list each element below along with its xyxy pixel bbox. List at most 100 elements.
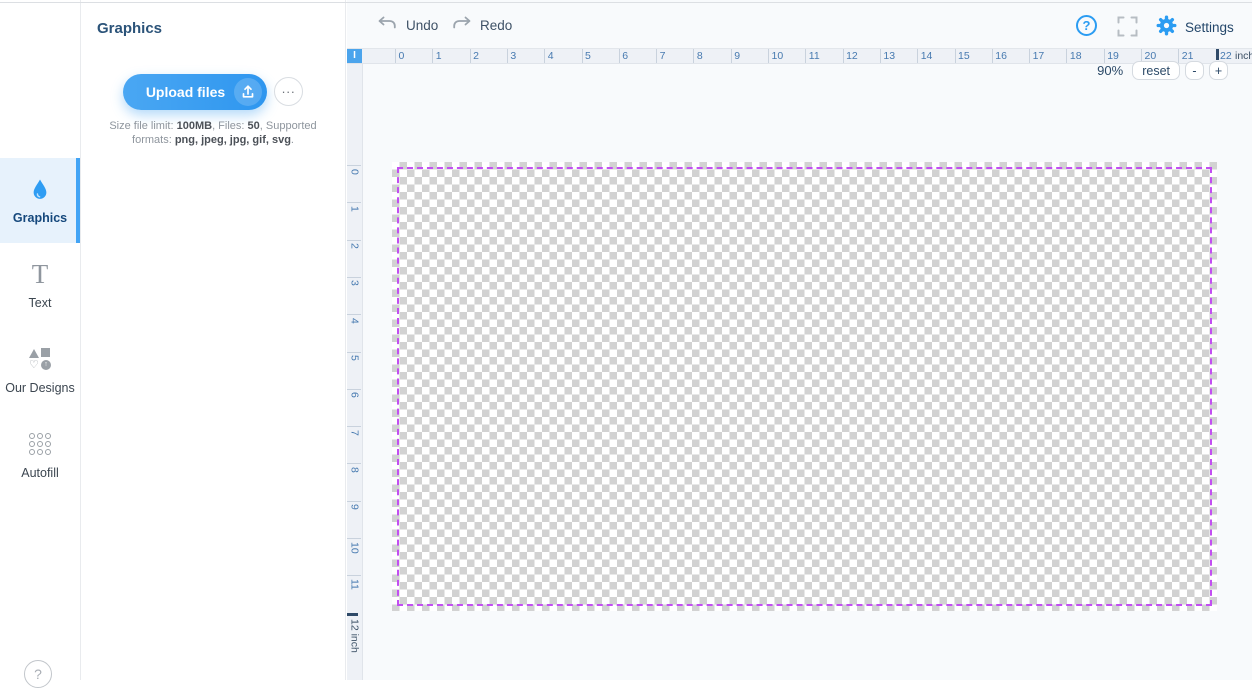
h-ruler-tick <box>955 49 956 63</box>
v-ruler-label: 7 <box>349 430 361 436</box>
h-ruler-tick <box>880 49 881 63</box>
question-mark-icon: ? <box>1083 18 1091 33</box>
h-ruler-label: 13 <box>883 50 895 62</box>
zoom-controls: 90% reset - + <box>1097 61 1228 80</box>
settings-label: Settings <box>1185 20 1234 35</box>
sidebar-item-graphics[interactable]: Graphics <box>0 158 80 243</box>
canvas-bottom-edge-marker <box>347 613 358 616</box>
zoom-reset-button[interactable]: reset <box>1132 61 1180 80</box>
h-ruler-label: 19 <box>1107 50 1119 62</box>
zoom-in-button[interactable]: + <box>1209 61 1228 80</box>
v-ruler-tick <box>347 202 361 203</box>
zoom-out-button[interactable]: - <box>1185 61 1204 80</box>
more-options-button[interactable]: ... <box>274 77 303 106</box>
window-top-border <box>0 2 1252 3</box>
v-ruler-label: 3 <box>349 280 361 286</box>
zoom-level: 90% <box>1097 63 1123 78</box>
h-ruler-label: 4 <box>548 50 554 62</box>
v-ruler-tick <box>347 389 361 390</box>
droplet-icon <box>30 176 50 202</box>
h-ruler-tick <box>544 49 545 63</box>
h-ruler-tick <box>693 49 694 63</box>
v-ruler-label: 9 <box>349 504 361 510</box>
h-ruler-tick <box>470 49 471 63</box>
gear-icon <box>1156 15 1177 39</box>
redo-icon <box>451 16 472 34</box>
v-ruler-tick <box>347 501 361 502</box>
sidebar-item-our-designs[interactable]: ♡↑ Our Designs <box>0 328 80 413</box>
ruler-corner: I <box>347 49 362 63</box>
sidebar-item-autofill[interactable]: Autofill <box>0 413 80 498</box>
h-ruler-label: 7 <box>660 50 666 62</box>
h-ruler-label: 12 <box>846 50 858 62</box>
v-ruler-edge-label: 12 inch <box>349 619 361 653</box>
editor-area: Undo Redo ? <box>347 0 1252 680</box>
h-ruler-label: 10 <box>772 50 784 62</box>
fullscreen-icon <box>1117 24 1138 41</box>
h-ruler-tick <box>768 49 769 63</box>
h-ruler-edge-label: 22 <box>1220 50 1232 62</box>
fullscreen-button[interactable] <box>1117 16 1138 42</box>
v-ruler-label: 10 <box>349 542 361 554</box>
h-ruler-label: 0 <box>399 50 405 62</box>
h-ruler-label: 11 <box>809 50 820 62</box>
h-ruler-tick <box>656 49 657 63</box>
h-ruler-label: 16 <box>995 50 1007 62</box>
h-ruler-tick <box>843 49 844 63</box>
v-ruler-tick <box>347 575 361 576</box>
h-ruler-label: 3 <box>510 50 516 62</box>
canvas-transparent-artboard[interactable] <box>392 162 1217 611</box>
upload-icon <box>234 78 262 106</box>
sidebar-item-text[interactable]: T Text <box>0 243 80 328</box>
h-ruler-label: 21 <box>1182 50 1194 62</box>
upload-files-button[interactable]: Upload files <box>123 74 267 110</box>
redo-label: Redo <box>480 18 512 33</box>
h-ruler-tick <box>395 49 396 63</box>
undo-label: Undo <box>406 18 438 33</box>
icon-sidebar: Graphics T Text ♡↑ Our Designs Autofill … <box>0 0 81 680</box>
h-ruler-tick <box>1029 49 1030 63</box>
vertical-ruler: 12 inch 01234567891011 <box>347 64 363 680</box>
v-ruler-tick <box>347 277 361 278</box>
shapes-icon: ♡↑ <box>29 346 51 372</box>
h-ruler-label: 5 <box>585 50 591 62</box>
h-ruler-tick <box>1066 49 1067 63</box>
v-ruler-label: 8 <box>349 467 361 473</box>
dots-grid-icon <box>29 431 51 457</box>
canvas-right-edge-marker <box>1216 49 1219 60</box>
h-ruler-tick <box>507 49 508 63</box>
h-ruler-label: 2 <box>473 50 479 62</box>
ellipsis-icon: ... <box>282 82 296 95</box>
v-ruler-tick <box>347 165 361 166</box>
h-ruler-label: 17 <box>1033 50 1045 62</box>
v-ruler-label: 4 <box>349 318 361 324</box>
panel-title: Graphics <box>97 20 162 37</box>
h-ruler-label: 8 <box>697 50 703 62</box>
upload-button-label: Upload files <box>146 84 225 100</box>
h-ruler-tick <box>917 49 918 63</box>
v-ruler-label: 5 <box>349 355 361 361</box>
h-ruler-label: 9 <box>734 50 740 62</box>
sidebar-nav: Graphics T Text ♡↑ Our Designs Autofill <box>0 158 80 498</box>
upload-row: Upload files ... <box>81 74 345 110</box>
v-ruler-tick <box>347 352 361 353</box>
upload-limits-text: Size file limit: 100MB, Files: 50, Suppo… <box>106 120 320 147</box>
h-ruler-tick <box>731 49 732 63</box>
h-ruler-label: 18 <box>1070 50 1082 62</box>
help-button-bottom[interactable]: ? <box>24 660 52 688</box>
help-button-top[interactable]: ? <box>1076 15 1097 36</box>
h-ruler-label: 14 <box>921 50 933 62</box>
settings-button[interactable]: Settings <box>1156 15 1234 39</box>
v-ruler-label: 11 <box>349 579 361 590</box>
graphics-panel: Graphics Upload files ... Size file limi… <box>81 0 346 680</box>
undo-button[interactable]: Undo <box>377 16 438 34</box>
h-ruler-tick <box>432 49 433 63</box>
redo-button[interactable]: Redo <box>451 16 512 34</box>
v-ruler-tick <box>347 426 361 427</box>
v-ruler-label: 2 <box>349 243 361 249</box>
h-ruler-tick <box>619 49 620 63</box>
v-ruler-tick <box>347 314 361 315</box>
h-ruler-label: 20 <box>1145 50 1157 62</box>
text-icon: T <box>32 261 49 287</box>
h-ruler-tick <box>992 49 993 63</box>
